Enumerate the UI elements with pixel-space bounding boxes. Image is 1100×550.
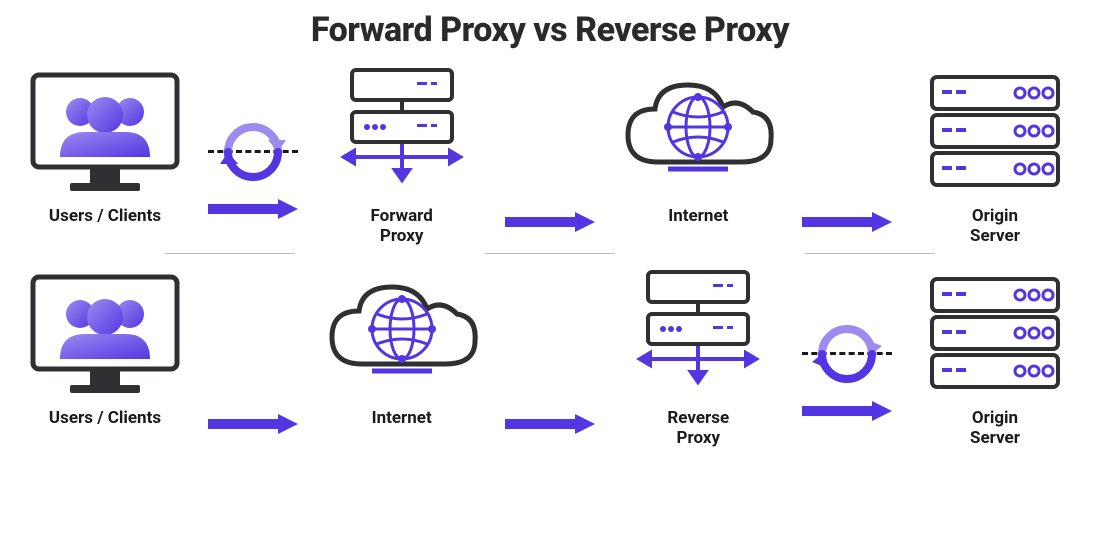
- origin-label: OriginServer: [970, 206, 1020, 247]
- proxy-server-icon: [623, 264, 773, 404]
- reverse-proxy-row: Users / Clients: [20, 264, 1080, 449]
- users-node: Users / Clients: [20, 264, 190, 428]
- arrow-internet-to-origin: [797, 62, 897, 232]
- arrow-users-to-proxy: [203, 62, 303, 219]
- users-label: Users / Clients: [49, 408, 161, 428]
- internet-cloud-icon: [613, 67, 783, 197]
- arrow-proxy-to-origin: [797, 264, 897, 421]
- internet-label: Internet: [668, 206, 728, 226]
- arrow-internet-to-proxy: [500, 264, 600, 434]
- forward-proxy-row: Users / Clients: [20, 62, 1080, 247]
- internet-label: Internet: [372, 408, 432, 428]
- divider: [485, 253, 615, 254]
- server-stack-icon: [920, 67, 1070, 197]
- sync-arrows-icon: [208, 112, 298, 192]
- row-dividers: [20, 253, 1080, 254]
- sync-arrows-icon: [802, 314, 892, 394]
- diagram-title: Forward Proxy vs Reverse Proxy: [20, 10, 1080, 50]
- users-monitor-icon: [25, 269, 185, 399]
- origin-server-node: OriginServer: [910, 62, 1080, 247]
- users-label: Users / Clients: [49, 206, 161, 226]
- users-monitor-icon: [25, 67, 185, 197]
- arrow-right-icon: [208, 414, 298, 434]
- reverse-proxy-node: ReverseProxy: [613, 264, 783, 449]
- arrow-proxy-to-internet: [500, 62, 600, 232]
- origin-label: OriginServer: [970, 408, 1020, 449]
- divider: [805, 253, 935, 254]
- arrow-right-icon: [208, 199, 298, 219]
- forward-proxy-label: ForwardProxy: [370, 206, 432, 247]
- arrow-users-to-internet: [203, 264, 303, 434]
- arrow-right-icon: [802, 401, 892, 421]
- origin-server-node: OriginServer: [910, 264, 1080, 449]
- arrow-right-icon: [505, 414, 595, 434]
- arrow-right-icon: [505, 212, 595, 232]
- users-node: Users / Clients: [20, 62, 190, 226]
- server-stack-icon: [920, 269, 1070, 399]
- internet-cloud-icon: [317, 269, 487, 399]
- proxy-server-icon: [327, 62, 477, 202]
- divider: [165, 253, 295, 254]
- internet-node: Internet: [317, 264, 487, 428]
- reverse-proxy-label: ReverseProxy: [667, 408, 729, 449]
- internet-node: Internet: [613, 62, 783, 226]
- forward-proxy-node: ForwardProxy: [317, 62, 487, 247]
- arrow-right-icon: [802, 212, 892, 232]
